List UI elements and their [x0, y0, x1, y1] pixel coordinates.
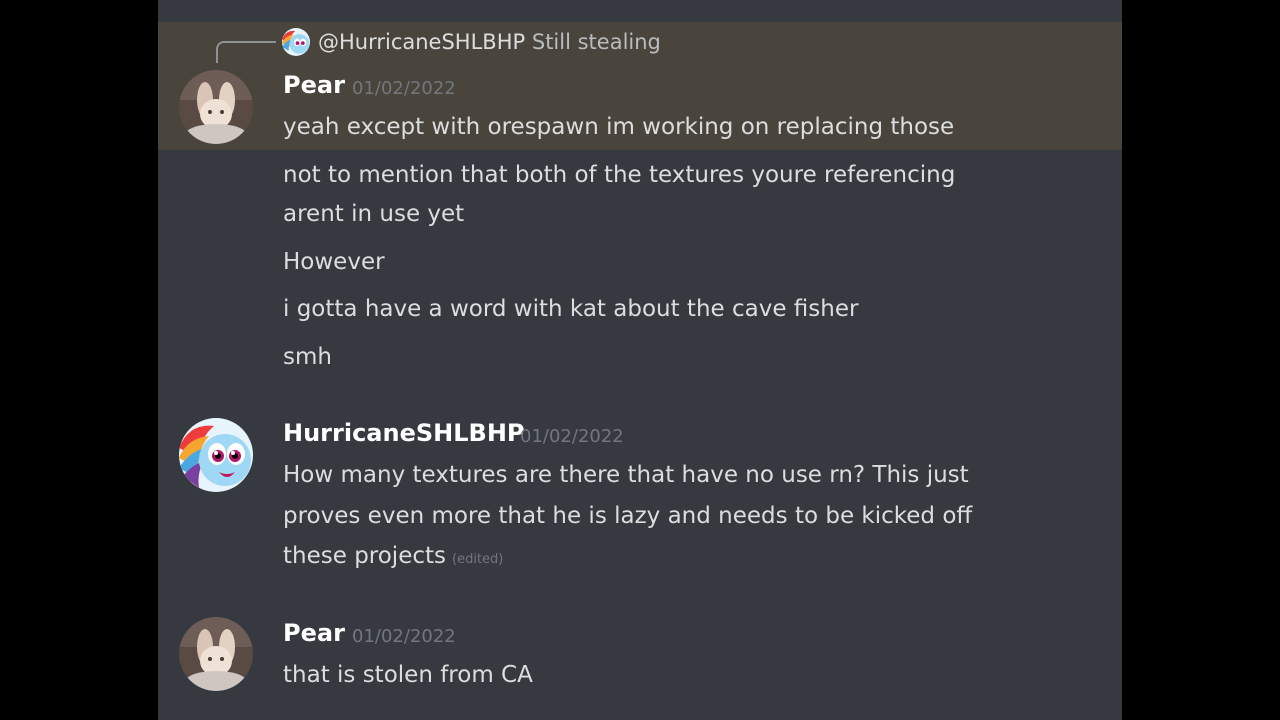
message-line: arent in use yet [283, 201, 465, 227]
message-timestamp: 01/02/2022 [352, 78, 456, 99]
message-line: these projects (edited) [283, 536, 503, 580]
chat-messages-panel[interactable]: @HurricaneSHLBHP Still stealing Pear 01/… [158, 0, 1122, 720]
message-author[interactable]: Pear [283, 71, 345, 99]
hurricane-avatar-icon[interactable] [179, 418, 253, 492]
reply-connector-line [216, 41, 276, 63]
message-author[interactable]: HurricaneSHLBHP [283, 419, 525, 447]
reply-avatar-icon[interactable] [282, 28, 310, 56]
message-line: proves even more that he is lazy and nee… [283, 503, 973, 529]
message-line: However [283, 249, 385, 275]
message-line: yeah except with orespawn im working on … [283, 114, 955, 140]
reply-mention[interactable]: @HurricaneSHLBHP [318, 30, 525, 54]
pear-avatar-icon[interactable] [179, 70, 253, 144]
pear-avatar-icon[interactable] [179, 617, 253, 691]
message-line: How many textures are there that have no… [283, 462, 969, 488]
message-timestamp: 01/02/2022 [520, 426, 624, 447]
message-author[interactable]: Pear [283, 619, 345, 647]
message-timestamp: 01/02/2022 [352, 626, 456, 647]
message-line: smh [283, 344, 332, 370]
message-line: i gotta have a word with kat about the c… [283, 296, 859, 322]
message-line: that is stolen from CA [283, 662, 533, 688]
message-line: not to mention that both of the textures… [283, 162, 956, 188]
reply-preview[interactable]: @HurricaneSHLBHP Still stealing [318, 30, 661, 54]
reply-snippet: Still stealing [531, 30, 661, 54]
edited-label: (edited) [452, 552, 504, 567]
message-text: these projects [283, 543, 446, 569]
